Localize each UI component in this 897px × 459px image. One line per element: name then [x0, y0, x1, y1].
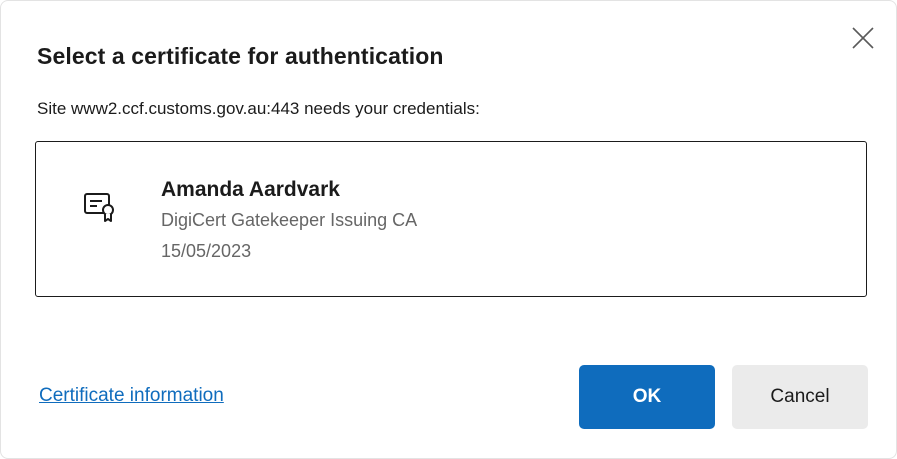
certificate-information-link[interactable]: Certificate information [39, 385, 224, 407]
certificate-dialog: Select a certificate for authentication … [0, 0, 897, 459]
certificate-date: 15/05/2023 [161, 241, 252, 261]
ok-button[interactable]: OK [579, 365, 715, 429]
dialog-title: Select a certificate for authentication [37, 43, 444, 69]
dialog-subtitle: Site www2.ccf.customs.gov.au:443 needs y… [37, 99, 480, 118]
certificate-list-item[interactable]: Amanda Aardvark DigiCert Gatekeeper Issu… [35, 141, 867, 297]
close-icon [852, 27, 874, 49]
cancel-button[interactable]: Cancel [732, 365, 868, 429]
close-button[interactable] [848, 23, 878, 53]
certificate-name: Amanda Aardvark [161, 178, 340, 201]
certificate-icon [84, 193, 114, 222]
certificate-issuer: DigiCert Gatekeeper Issuing CA [161, 210, 418, 230]
